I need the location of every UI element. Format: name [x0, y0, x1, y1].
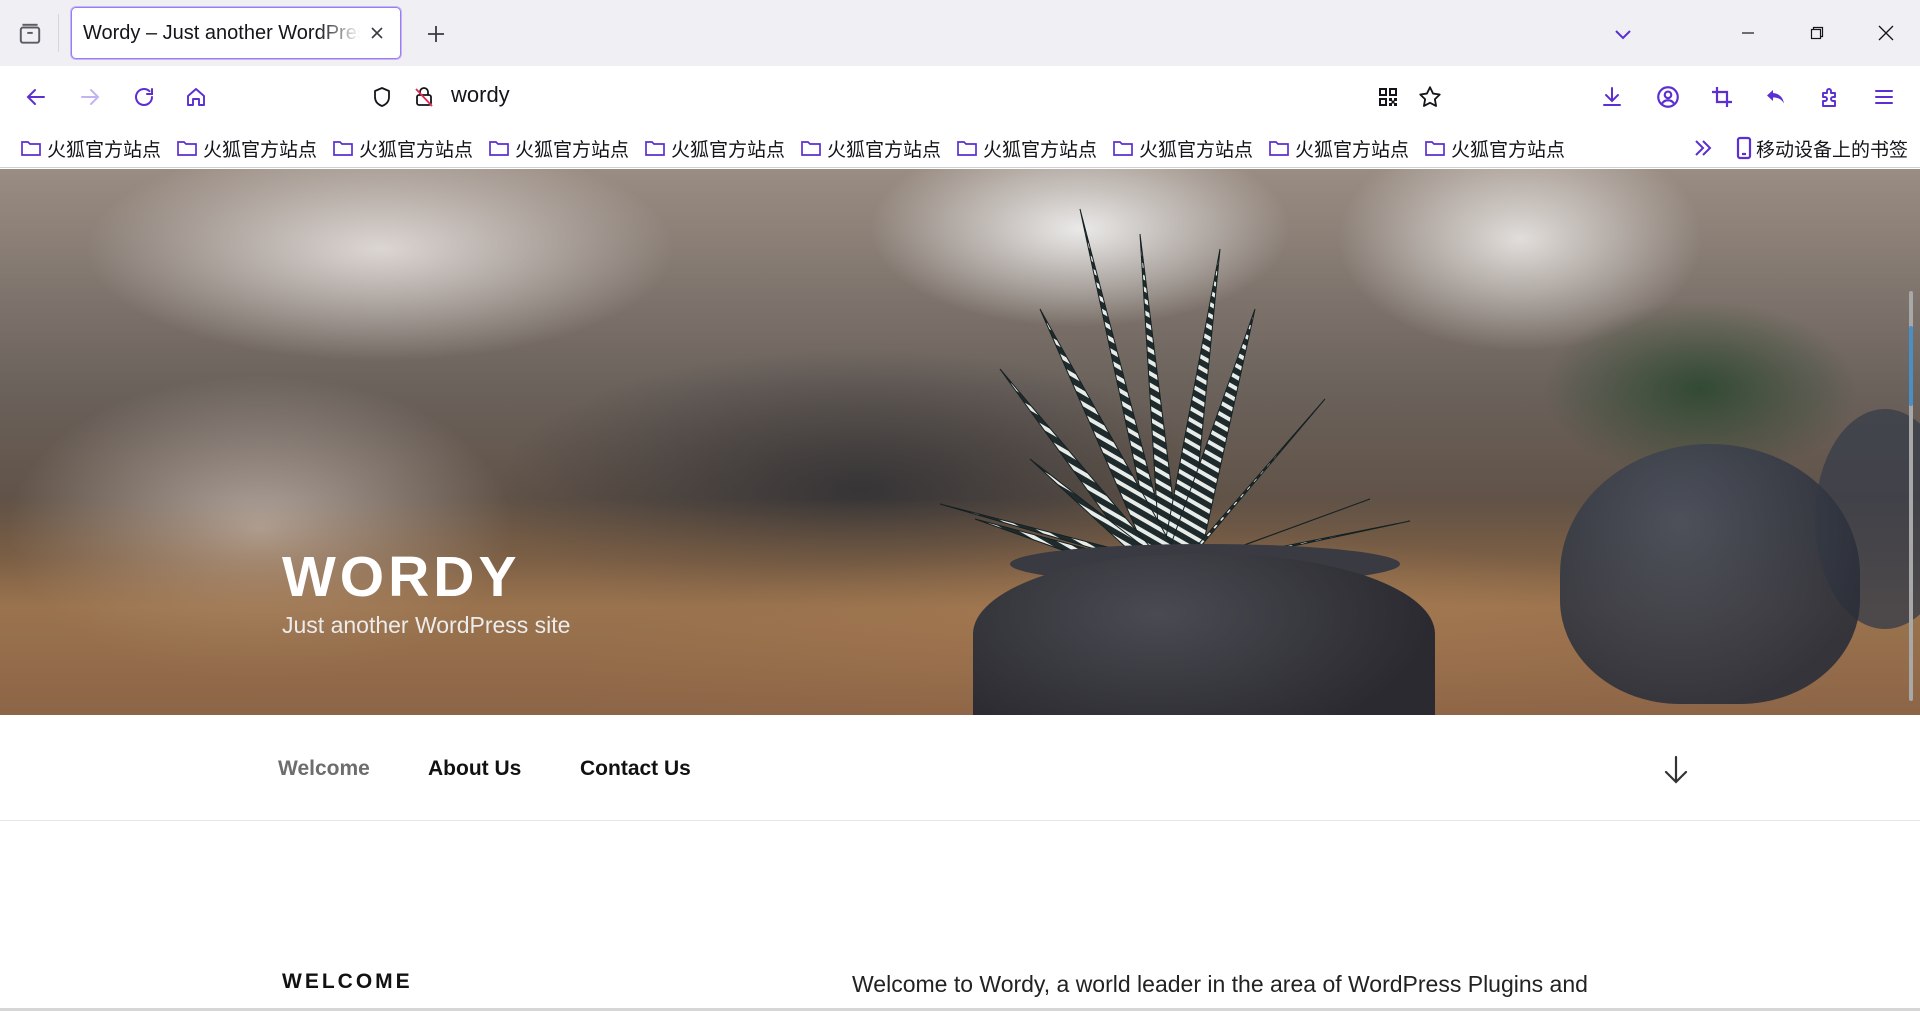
mobile-bookmarks[interactable]: 移动设备上的书签 — [1736, 134, 1908, 162]
bookmark-folder[interactable]: 火狐官方站点 — [956, 134, 1097, 162]
folder-icon — [957, 141, 977, 156]
bookmarks-toolbar: 火狐官方站点 火狐官方站点 火狐官方站点 火狐官方站点 火狐官方站点 火狐官方站… — [0, 128, 1920, 168]
bookmark-label: 火狐官方站点 — [983, 139, 1098, 161]
folder-icon — [1425, 141, 1445, 156]
tab-list-icon[interactable] — [1607, 18, 1639, 50]
menu-item-contact-us[interactable]: Contact Us — [580, 757, 691, 781]
new-tab-icon[interactable] — [420, 18, 452, 50]
bookmark-folder[interactable]: 火狐官方站点 — [176, 134, 317, 162]
reload-icon[interactable] — [126, 79, 162, 115]
menu-item-welcome[interactable]: Welcome — [278, 757, 370, 781]
tab-manager-icon[interactable] — [14, 18, 46, 50]
bookmark-label: 火狐官方站点 — [1295, 139, 1410, 161]
bookmark-folder[interactable]: 火狐官方站点 — [20, 134, 161, 162]
bookmark-folder[interactable]: 火狐官方站点 — [488, 134, 629, 162]
succulent-plant — [939, 208, 1411, 568]
bookmark-folder[interactable]: 火狐官方站点 — [1112, 134, 1253, 162]
shield-icon[interactable] — [364, 79, 400, 115]
site-tagline: Just another WordPress site — [282, 612, 571, 638]
chevrons-right-icon[interactable] — [1688, 134, 1718, 162]
bookmark-label: 火狐官方站点 — [827, 139, 942, 161]
bookmark-folder[interactable]: 火狐官方站点 — [332, 134, 473, 162]
undo-icon[interactable] — [1758, 79, 1794, 115]
tab-active[interactable]: Wordy – Just another WordPress site — [71, 7, 401, 59]
folder-icon — [1269, 141, 1289, 156]
arrow-down-icon[interactable] — [1660, 753, 1692, 787]
tab-close-icon[interactable] — [364, 20, 390, 46]
mobile-bookmarks-label: 移动设备上的书签 — [1756, 139, 1909, 161]
folder-icon — [333, 141, 353, 156]
folder-icon — [801, 141, 821, 156]
insecure-lock-icon[interactable] — [406, 79, 442, 115]
bookmark-label: 火狐官方站点 — [515, 139, 630, 161]
intro-paragraph: Welcome to Wordy, a world leader in the … — [852, 971, 1588, 997]
menu-item-about-us[interactable]: About Us — [428, 757, 521, 781]
folder-icon — [21, 141, 41, 156]
home-icon[interactable] — [178, 79, 214, 115]
bookmark-label: 火狐官方站点 — [671, 139, 786, 161]
site-header-image: WORDY Just another WordPress site — [0, 169, 1920, 715]
close-icon[interactable] — [1856, 12, 1916, 54]
bookmark-folder[interactable]: 火狐官方站点 — [644, 134, 785, 162]
bookmark-label: 火狐官方站点 — [1451, 139, 1566, 161]
download-icon[interactable] — [1594, 79, 1630, 115]
bookmark-label: 火狐官方站点 — [1139, 139, 1254, 161]
section-heading: WELCOME — [282, 970, 413, 993]
minimize-icon[interactable] — [1718, 12, 1778, 54]
forward-icon[interactable] — [72, 79, 108, 115]
bookmark-label: 火狐官方站点 — [359, 139, 474, 161]
tab-separator — [58, 14, 59, 52]
back-icon[interactable] — [18, 79, 54, 115]
site-title[interactable]: WORDY — [282, 544, 520, 610]
bookmark-label: 火狐官方站点 — [203, 139, 318, 161]
crop-icon[interactable] — [1704, 79, 1740, 115]
main-pot — [973, 554, 1435, 715]
bookmark-folder[interactable]: 火狐官方站点 — [800, 134, 941, 162]
account-icon[interactable] — [1650, 79, 1686, 115]
folder-icon — [489, 141, 509, 156]
url-text[interactable]: wordy — [451, 82, 510, 108]
bookmark-folder[interactable]: 火狐官方站点 — [1424, 134, 1565, 162]
navigation-toolbar: wordy — [0, 66, 1920, 128]
background-pot — [1560, 444, 1860, 704]
restore-icon[interactable] — [1787, 12, 1847, 54]
qr-code-icon[interactable] — [1370, 79, 1406, 115]
site-navigation: Welcome About Us Contact Us — [0, 715, 1920, 821]
menu-icon[interactable] — [1866, 79, 1902, 115]
mobile-icon — [1736, 136, 1752, 160]
extensions-icon[interactable] — [1812, 79, 1848, 115]
folder-icon — [177, 141, 197, 156]
folder-icon — [645, 141, 665, 156]
folder-icon — [1113, 141, 1133, 156]
bookmark-folder[interactable]: 火狐官方站点 — [1268, 134, 1409, 162]
bookmark-label: 火狐官方站点 — [47, 139, 162, 161]
tab-strip: Wordy – Just another WordPress site — [0, 0, 1920, 66]
tab-title: Wordy – Just another WordPress site — [83, 21, 360, 44]
star-icon[interactable] — [1412, 79, 1448, 115]
page-scrollbar-thumb[interactable] — [1909, 326, 1913, 406]
